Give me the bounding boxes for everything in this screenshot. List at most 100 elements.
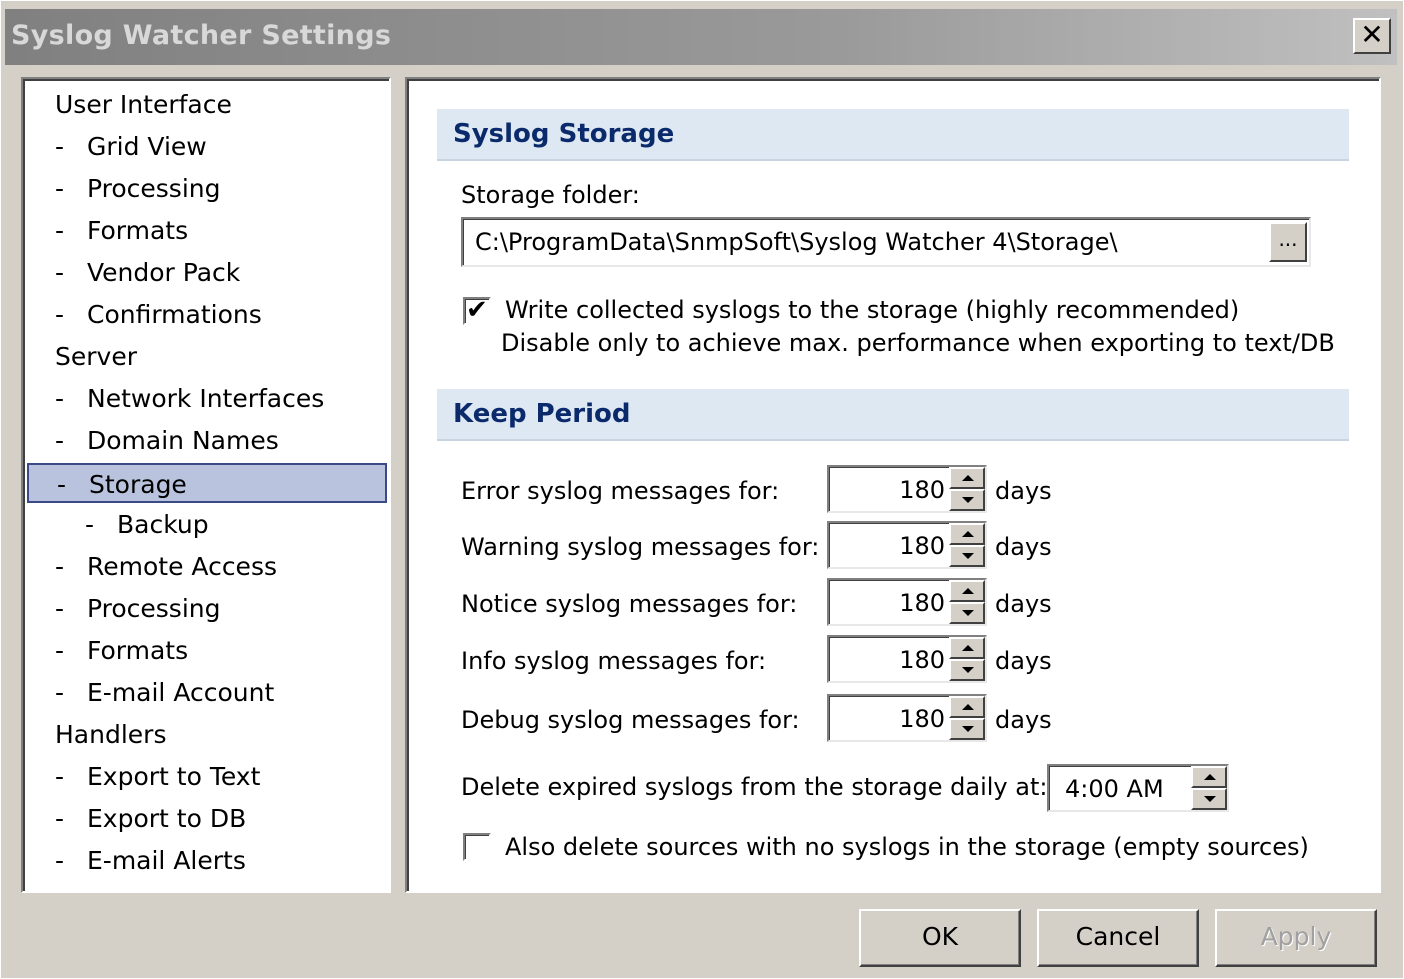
delete-empty-sources-label: Also delete sources with no syslogs in t… — [505, 833, 1309, 861]
ok-button[interactable]: OK — [859, 909, 1021, 967]
tree-item-label: Processing — [87, 174, 221, 203]
keep-days-value: 180 — [899, 589, 945, 617]
delete-time-value: 4:00 AM — [1065, 775, 1164, 803]
days-unit-label: days — [995, 590, 1052, 618]
close-button[interactable]: ✕ — [1353, 18, 1391, 54]
syslog-storage-title: Syslog Storage — [453, 119, 675, 149]
tree-item[interactable]: - Vendor Pack — [27, 253, 387, 293]
tree-item[interactable]: - E-mail Alerts — [27, 841, 387, 881]
keep-days-field[interactable]: 180 — [827, 635, 987, 683]
browse-ellipsis: ... — [1278, 227, 1298, 251]
browse-folder-button[interactable]: ... — [1269, 222, 1307, 262]
storage-folder-label: Storage folder: — [461, 181, 640, 209]
tree-dash: - — [55, 216, 65, 245]
tree-item-label: Handlers — [55, 720, 167, 749]
days-up-button[interactable] — [949, 696, 985, 718]
tree-item-label: Grid View — [87, 132, 207, 161]
tree-item[interactable]: - Backup — [27, 505, 387, 545]
keep-days-value: 180 — [899, 532, 945, 560]
tree-item[interactable]: - E-mail Account — [27, 673, 387, 713]
keep-row-label: Info syslog messages for: — [461, 647, 767, 675]
tree-item-label: E-mail Account — [87, 678, 275, 707]
tree-item-label: Formats — [87, 216, 189, 245]
arrow-down-icon — [962, 497, 974, 503]
storage-folder-value: C:\ProgramData\SnmpSoft\Syslog Watcher 4… — [475, 228, 1118, 256]
days-up-button[interactable] — [949, 467, 985, 489]
keep-days-spinner — [949, 696, 985, 740]
tree-item[interactable]: - Export to Text — [27, 757, 387, 797]
tree-dash: - — [55, 762, 65, 791]
days-unit-label: days — [995, 706, 1052, 734]
tree-item[interactable]: - Storage — [27, 463, 387, 503]
tree-item[interactable]: - Network Interfaces — [27, 379, 387, 419]
arrow-up-icon — [962, 475, 974, 481]
time-down-button[interactable] — [1191, 788, 1227, 810]
days-down-button[interactable] — [949, 718, 985, 740]
write-syslogs-checkbox[interactable]: ✔ — [463, 295, 491, 325]
tree-dash: - — [55, 300, 65, 329]
delete-time-field[interactable]: 4:00 AM — [1047, 764, 1229, 812]
settings-window: Syslog Watcher Settings ✕ User Interface… — [0, 0, 1404, 979]
days-up-button[interactable] — [949, 580, 985, 602]
days-down-button[interactable] — [949, 602, 985, 624]
tree-item[interactable]: User Interface — [27, 85, 387, 125]
days-down-button[interactable] — [949, 659, 985, 681]
keep-days-spinner — [949, 580, 985, 624]
storage-folder-field[interactable]: C:\ProgramData\SnmpSoft\Syslog Watcher 4… — [461, 217, 1311, 267]
arrow-up-icon — [962, 704, 974, 710]
tree-dash: - — [85, 510, 95, 539]
tree-item[interactable]: - Formats — [27, 631, 387, 671]
time-up-button[interactable] — [1191, 766, 1227, 788]
tree-item[interactable]: - Export to DB — [27, 799, 387, 839]
check-icon: ✔ — [466, 295, 488, 325]
settings-tree: User Interface - Grid View - Processing - Form… — [21, 77, 391, 893]
tree-item-label: Processing — [87, 594, 221, 623]
tree-item-label: Export to Text — [87, 762, 261, 791]
keep-days-field[interactable]: 180 — [827, 578, 987, 626]
write-syslogs-label: Write collected syslogs to the storage (… — [505, 296, 1240, 324]
apply-button[interactable]: Apply — [1215, 909, 1377, 967]
arrow-down-icon — [962, 667, 974, 673]
tree-item[interactable]: Server — [27, 337, 387, 377]
tree-item[interactable]: - Grid View — [27, 127, 387, 167]
days-down-button[interactable] — [949, 545, 985, 567]
tree-item[interactable]: - Domain Names — [27, 421, 387, 461]
keep-days-spinner — [949, 523, 985, 567]
tree-item[interactable]: - Processing — [27, 589, 387, 629]
delete-empty-sources-checkbox[interactable] — [463, 833, 491, 861]
days-down-button[interactable] — [949, 489, 985, 511]
arrow-up-icon — [962, 645, 974, 651]
tree-dash: - — [55, 594, 65, 623]
tree-item-label: Confirmations — [87, 300, 262, 329]
arrow-down-icon — [962, 553, 974, 559]
delete-time-label: Delete expired syslogs from the storage … — [461, 773, 1048, 801]
days-up-button[interactable] — [949, 637, 985, 659]
tree-dash: - — [55, 132, 65, 161]
tree-dash: - — [55, 846, 65, 875]
tree-item-label: User Interface — [55, 90, 232, 119]
tree-dash: - — [55, 384, 65, 413]
tree-dash: - — [57, 470, 67, 499]
tree-dash: - — [55, 636, 65, 665]
tree-dash: - — [55, 804, 65, 833]
tree-item-label: Export to DB — [87, 804, 247, 833]
keep-days-field[interactable]: 180 — [827, 694, 987, 742]
tree-item[interactable]: - Remote Access — [27, 547, 387, 587]
keep-days-value: 180 — [899, 646, 945, 674]
cancel-button[interactable]: Cancel — [1037, 909, 1199, 967]
tree-item[interactable]: - Confirmations — [27, 295, 387, 335]
keep-days-field[interactable]: 180 — [827, 521, 987, 569]
tree-item[interactable]: Handlers — [27, 715, 387, 755]
keep-days-value: 180 — [899, 476, 945, 504]
tree-dash: - — [55, 258, 65, 287]
storage-panel: Syslog Storage Storage folder: C:\Progra… — [405, 77, 1381, 893]
keep-period-header: Keep Period — [437, 389, 1349, 441]
window-title: Syslog Watcher Settings — [11, 20, 392, 51]
tree-item-label: Formats — [87, 636, 189, 665]
tree-item[interactable]: - Processing — [27, 169, 387, 209]
tree-item[interactable]: - Formats — [27, 211, 387, 251]
days-unit-label: days — [995, 533, 1052, 561]
days-up-button[interactable] — [949, 523, 985, 545]
keep-row-label: Warning syslog messages for: — [461, 533, 820, 561]
keep-days-field[interactable]: 180 — [827, 465, 987, 513]
